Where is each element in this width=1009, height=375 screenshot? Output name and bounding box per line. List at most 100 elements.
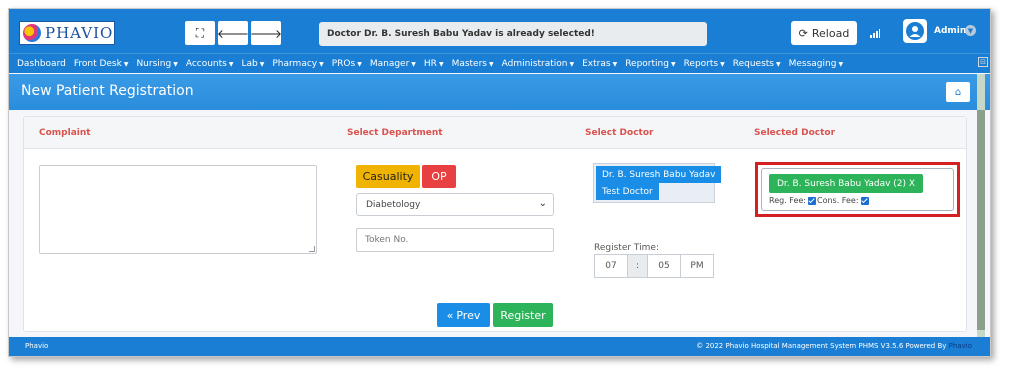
selected-doctor-header: Selected Doctor — [754, 128, 836, 138]
complaint-header: Complaint — [39, 128, 91, 138]
menu-item-label: Messaging — [788, 58, 837, 69]
caret-down-icon: ▼ — [838, 60, 844, 68]
menu-item-label: Dashboard — [17, 58, 66, 69]
menu-item-label: Requests — [732, 58, 774, 69]
chevron-down-icon: ⌄ — [538, 198, 547, 209]
menu-item-label: Nursing — [136, 58, 172, 69]
doctor-list[interactable]: Dr. B. Suresh Babu Yadav Test Doctor — [593, 163, 722, 203]
form-header: Complaint Select Department Select Docto… — [24, 117, 966, 149]
reg-fee-checkbox[interactable] — [808, 196, 816, 205]
cons-fee-checkbox[interactable] — [860, 196, 869, 205]
department-value: Diabetology — [366, 199, 421, 210]
menu-item-label: HR — [423, 58, 437, 69]
scrollbar-thumb[interactable] — [977, 110, 985, 330]
menu-item-masters[interactable]: Masters ▼ — [452, 59, 494, 69]
caret-down-icon: ▼ — [775, 60, 781, 68]
home-button[interactable]: ⌂ — [946, 82, 970, 102]
menu-item-reports[interactable]: Reports ▼ — [684, 59, 725, 69]
complaint-textarea[interactable] — [39, 165, 317, 254]
caret-down-icon: ▼ — [259, 60, 265, 68]
app-window: PHAVIO ⛶ 🡐 🡒 Doctor Dr. B. Suresh Babu Y… — [8, 8, 991, 357]
arrow-right-icon: 🡒 — [249, 26, 283, 41]
forward-button[interactable]: 🡒 — [249, 21, 283, 45]
footer-copyright: © 2022 Phavio Hospital Management System… — [696, 342, 972, 350]
caret-down-icon: ▼ — [319, 60, 324, 68]
doctor-option[interactable]: Dr. B. Suresh Babu Yadav — [596, 166, 722, 183]
menu-item-label: Lab — [241, 58, 258, 69]
minute-input[interactable]: 05 — [647, 254, 681, 278]
caret-down-icon: ▼ — [438, 60, 444, 68]
caret-down-icon: ▼ — [569, 60, 575, 68]
caret-down-icon: ▼ — [489, 60, 494, 68]
footer: Phavio © 2022 Phavio Hospital Management… — [9, 337, 990, 356]
selected-doctor-chip[interactable]: Dr. B. Suresh Babu Yadav (2) X — [769, 174, 924, 193]
signal-icon — [870, 29, 880, 38]
logo-mark-icon — [23, 24, 41, 42]
menu-item-pharmacy[interactable]: Pharmacy ▼ — [272, 59, 323, 69]
footer-brand-link[interactable]: Phavio — [949, 342, 972, 350]
page-title: New Patient Registration — [21, 83, 194, 99]
register-button[interactable]: Register — [493, 303, 553, 327]
menu-item-label: PROs — [331, 58, 356, 69]
doctor-option[interactable]: Test Doctor — [596, 183, 659, 200]
footer-brand: Phavio — [25, 342, 49, 350]
menu-item-extras[interactable]: Extras ▼ — [582, 59, 617, 69]
main-menu: Dashboard Front Desk ▼ Nursing ▼ Accounts ▼ Lab… — [9, 53, 990, 73]
menu-item-pros[interactable]: PROs ▼ — [332, 59, 362, 69]
op-button[interactable]: OP — [422, 165, 456, 188]
time-separator: : — [627, 254, 648, 278]
menu-collapse-icon[interactable]: ⊟ — [978, 57, 988, 67]
caret-down-icon: ▼ — [357, 60, 362, 68]
menu-item-label: Administration — [501, 58, 568, 69]
expand-icon: ⛶ — [195, 25, 205, 40]
register-time-label: Register Time: — [594, 243, 659, 253]
menu-item-requests[interactable]: Requests ▼ — [733, 59, 781, 69]
selected-doctor-highlight: Dr. B. Suresh Babu Yadav (2) X Reg. Fee:… — [755, 162, 960, 217]
menu-item-lab[interactable]: Lab ▼ — [241, 59, 264, 69]
menu-item-messaging[interactable]: Messaging ▼ — [789, 59, 843, 69]
chevron-down-icon[interactable]: ▼ — [965, 25, 976, 36]
caret-down-icon: ▼ — [411, 60, 416, 68]
logo-text: PHAVIO — [45, 24, 114, 42]
menu-item-nursing[interactable]: Nursing ▼ — [136, 59, 177, 69]
menu-item-front-desk[interactable]: Front Desk ▼ — [74, 59, 129, 69]
menu-item-accounts[interactable]: Accounts ▼ — [186, 59, 234, 69]
menu-item-dashboard[interactable]: Dashboard — [17, 59, 66, 69]
caret-down-icon: ▼ — [228, 60, 234, 68]
department-header: Select Department — [347, 128, 443, 138]
menu-item-hr[interactable]: HR ▼ — [424, 59, 444, 69]
doctor-header: Select Doctor — [585, 128, 654, 138]
token-input[interactable]: Token No. — [356, 228, 554, 252]
menu-item-label: Reporting — [625, 58, 669, 69]
menu-item-label: Reports — [683, 58, 719, 69]
ampm-toggle[interactable]: PM — [680, 254, 714, 278]
casualty-button[interactable]: Casuality — [356, 165, 420, 188]
caret-down-icon: ▼ — [173, 60, 178, 68]
reload-button[interactable]: ⟳ Reload — [791, 21, 857, 45]
menu-item-manager[interactable]: Manager ▼ — [370, 59, 416, 69]
department-select[interactable]: Diabetology ⌄ — [356, 193, 554, 216]
menu-item-administration[interactable]: Administration ▼ — [502, 59, 574, 69]
prev-label: Prev — [456, 308, 481, 322]
hour-input[interactable]: 07 — [594, 254, 628, 278]
prev-button[interactable]: « Prev — [437, 303, 490, 327]
user-name[interactable]: Admin — [934, 26, 966, 36]
fee-options: Reg. Fee: Cons. Fee: — [769, 196, 870, 205]
copyright-text: © 2022 Phavio Hospital Management System… — [696, 342, 947, 350]
logo[interactable]: PHAVIO — [19, 21, 115, 45]
menu-item-reporting[interactable]: Reporting ▼ — [625, 59, 675, 69]
top-header: PHAVIO ⛶ 🡐 🡒 Doctor Dr. B. Suresh Babu Y… — [9, 9, 990, 53]
reg-fee-label: Reg. Fee: — [769, 196, 806, 205]
caret-down-icon: ▼ — [612, 60, 618, 68]
menu-item-label: Accounts — [185, 58, 227, 69]
user-avatar[interactable] — [903, 19, 927, 43]
reload-label: Reload — [811, 26, 850, 40]
double-chevron-left-icon: « — [446, 308, 454, 322]
menu-item-label: Manager — [369, 58, 410, 69]
back-button[interactable]: 🡐 — [217, 21, 249, 45]
home-icon: ⌂ — [954, 86, 962, 98]
menu-item-label: Front Desk — [73, 58, 122, 69]
status-message: Doctor Dr. B. Suresh Babu Yadav is alrea… — [319, 22, 707, 46]
fullscreen-button[interactable]: ⛶ — [185, 21, 215, 45]
resize-handle-icon[interactable] — [309, 246, 315, 252]
